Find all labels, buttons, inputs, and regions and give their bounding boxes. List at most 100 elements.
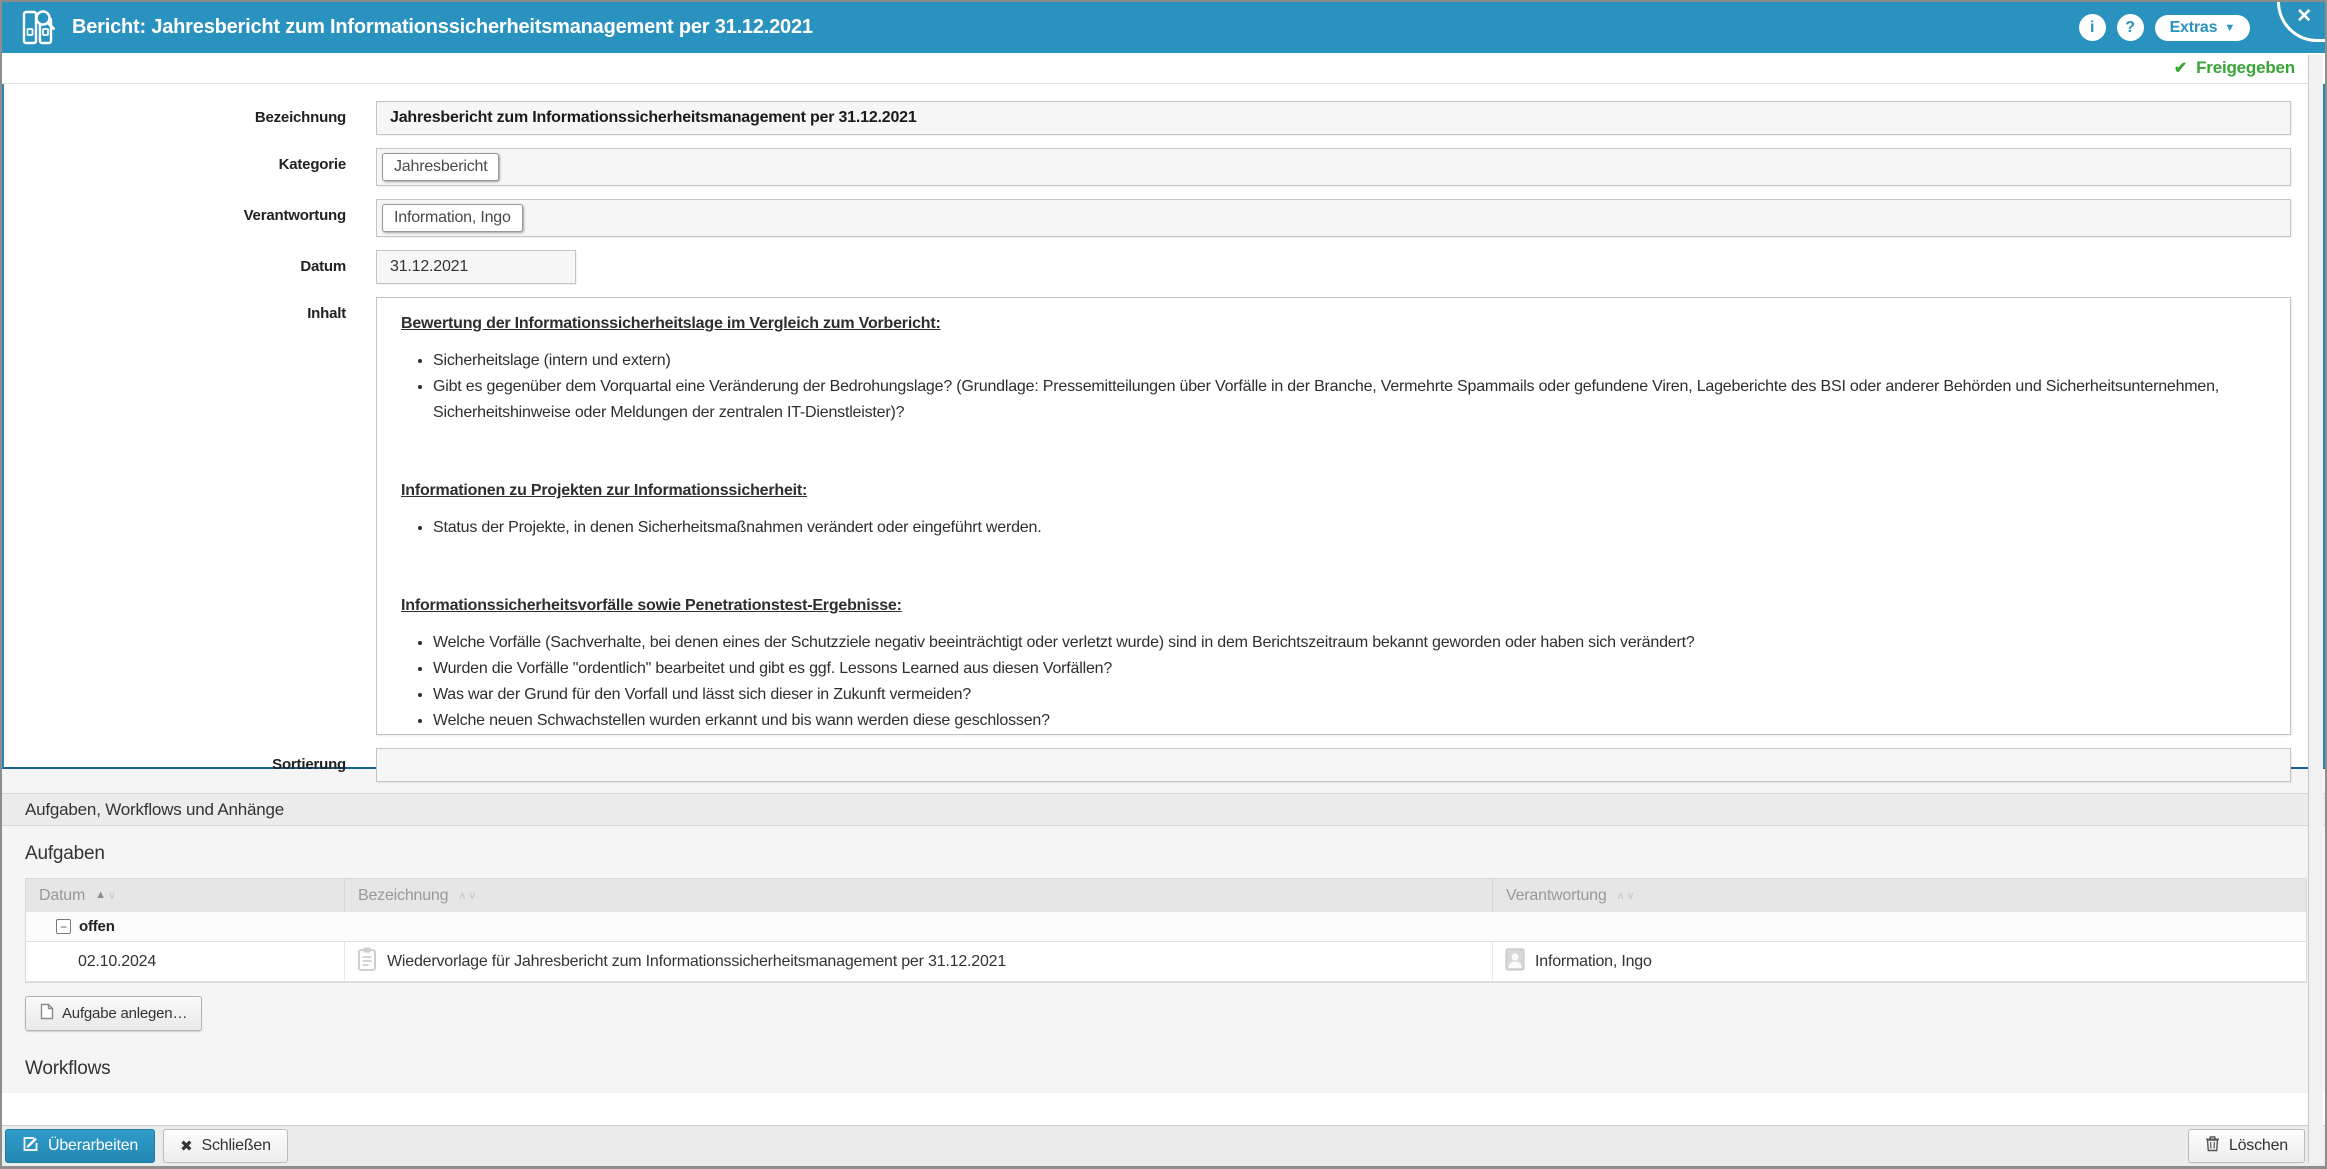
info-button[interactable]: i — [2079, 14, 2106, 41]
task-bezeichnung: Wiedervorlage für Jahresbericht zum Info… — [387, 953, 1006, 971]
task-icon — [356, 946, 378, 977]
report-binder-search-icon — [21, 9, 57, 47]
task-verantwortung-cell: Information, Ingo — [1493, 942, 2306, 981]
datum-value: 31.12.2021 — [390, 258, 468, 276]
inhalt-bullet: Welche neuen Schwachstellen wurden erkan… — [433, 708, 2266, 734]
sort-desc-icon: ∨ — [468, 889, 476, 902]
close-icon: ✕ — [2296, 5, 2312, 39]
verantwortung-field[interactable]: Information, Ingo — [376, 199, 2291, 237]
inhalt-bullet-list: Welche Vorfälle (Sachverhalte, bei denen… — [401, 630, 2266, 734]
extras-button[interactable]: Extras ▼ — [2155, 15, 2250, 41]
inhalt-bullet: Sicherheitslage (intern und extern) — [433, 348, 2266, 374]
inhalt-richtext[interactable]: Bewertung der Informationssicherheitslag… — [376, 297, 2291, 735]
check-icon: ✔ — [2174, 58, 2187, 78]
new-page-icon — [40, 1003, 54, 1024]
kategorie-field[interactable]: Jahresbericht — [376, 148, 2291, 186]
form-row-verantwortung: Verantwortung Information, Ingo — [4, 199, 2323, 237]
bezeichnung-label: Bezeichnung — [4, 101, 376, 126]
kategorie-label: Kategorie — [4, 148, 376, 173]
sortierung-field[interactable] — [376, 748, 2291, 782]
sort-desc-icon: ∨ — [108, 889, 116, 902]
bezeichnung-value: Jahresbericht zum Informationssicherheit… — [390, 109, 917, 127]
report-form: Bezeichnung Jahresbericht zum Informatio… — [2, 84, 2325, 769]
task-verantwortung: Information, Ingo — [1535, 953, 1652, 971]
column-header-label: Bezeichnung — [358, 887, 448, 905]
sort-asc-icon: ▲ — [95, 889, 106, 902]
sort-asc-icon: ∧ — [1617, 889, 1625, 902]
delete-button[interactable]: Löschen — [2188, 1129, 2305, 1163]
inhalt-bullet-list: Sicherheitslage (intern und extern) Gibt… — [401, 348, 2266, 426]
verantwortung-chip[interactable]: Information, Ingo — [382, 204, 523, 232]
kategorie-chip[interactable]: Jahresbericht — [382, 153, 499, 181]
column-header-verantwortung[interactable]: Verantwortung ∧ ∨ — [1493, 879, 2306, 912]
extras-button-label: Extras — [2170, 19, 2218, 37]
close-window-button[interactable]: ✖ Schließen — [163, 1129, 288, 1163]
x-icon: ✖ — [180, 1137, 192, 1155]
tasks-table-header: Datum ▲ ∨ Bezeichnung ∧ ∨ Verantwortung — [26, 879, 2306, 912]
status-row: ✔ Freigegeben — [2, 53, 2325, 84]
inhalt-section-heading: Informationssicherheitsvorfälle sowie Pe… — [401, 597, 2266, 615]
section-header-bar: Aufgaben, Workflows und Anhänge — [2, 793, 2325, 826]
edit-button-label: Überarbeiten — [48, 1137, 138, 1155]
report-window: Bericht: Jahresbericht zum Informationss… — [0, 0, 2327, 1169]
close-button-label: Schließen — [201, 1137, 270, 1155]
status-badge: Freigegeben — [2196, 58, 2295, 78]
tasks-workflows-section: Aufgaben, Workflows und Anhänge Aufgaben… — [2, 769, 2325, 1093]
vertical-scrollbar[interactable] — [2308, 55, 2323, 1163]
inhalt-section-heading: Informationen zu Projekten zur Informati… — [401, 482, 2266, 500]
section-title: Aufgaben, Workflows und Anhänge — [25, 800, 284, 820]
inhalt-bullet: Was war der Grund für den Vorfall und lä… — [433, 682, 2266, 708]
titlebar-actions: i ? Extras ▼ — [2079, 14, 2250, 41]
inhalt-bullet: Wurden die Vorfälle "ordentlich" bearbei… — [433, 656, 2266, 682]
sort-icons: ▲ ∨ — [95, 889, 116, 902]
sort-desc-icon: ∨ — [1626, 889, 1634, 902]
footer-toolbar: Überarbeiten ✖ Schließen Löschen — [2, 1125, 2325, 1166]
form-row-inhalt: Inhalt Bewertung der Informationssicherh… — [4, 297, 2323, 735]
form-row-kategorie: Kategorie Jahresbericht — [4, 148, 2323, 186]
delete-button-label: Löschen — [2229, 1137, 2288, 1155]
help-button[interactable]: ? — [2117, 14, 2144, 41]
tasks-table: Datum ▲ ∨ Bezeichnung ∧ ∨ Verantwortung — [25, 878, 2307, 983]
task-datum: 02.10.2024 — [78, 953, 156, 971]
group-label: offen — [79, 918, 115, 935]
inhalt-bullet: Welche Vorfälle (Sachverhalte, bei denen… — [433, 630, 2266, 656]
datum-label: Datum — [4, 250, 376, 275]
task-datum-cell: 02.10.2024 — [26, 942, 345, 981]
column-header-bezeichnung[interactable]: Bezeichnung ∧ ∨ — [345, 879, 1493, 912]
help-icon: ? — [2125, 19, 2135, 37]
column-header-label: Datum — [39, 887, 85, 905]
form-row-datum: Datum 31.12.2021 — [4, 250, 2323, 284]
table-row[interactable]: 02.10.2024 Wiedervorlage für Jahresberic… — [26, 942, 2306, 982]
trash-icon — [2205, 1135, 2220, 1157]
add-task-label: Aufgabe anlegen… — [62, 1005, 187, 1022]
sort-icons: ∧ ∨ — [1617, 889, 1635, 902]
title-bar: Bericht: Jahresbericht zum Informationss… — [2, 2, 2325, 53]
workflows-title: Workflows — [25, 1058, 2325, 1080]
aufgaben-title: Aufgaben — [25, 843, 2325, 865]
add-task-button[interactable]: Aufgabe anlegen… — [25, 996, 202, 1031]
collapse-icon[interactable]: − — [56, 919, 71, 934]
minus-icon: − — [60, 921, 67, 933]
sort-asc-icon: ∧ — [458, 889, 466, 902]
close-button[interactable]: ✕ — [2277, 2, 2325, 42]
form-row-bezeichnung: Bezeichnung Jahresbericht zum Informatio… — [4, 101, 2323, 135]
inhalt-bullet: Gibt es gegenüber dem Vorquartal eine Ve… — [433, 374, 2266, 426]
datum-field[interactable]: 31.12.2021 — [376, 250, 576, 284]
verantwortung-label: Verantwortung — [4, 199, 376, 224]
group-row-offen[interactable]: − offen — [26, 912, 2306, 942]
inhalt-bullet: Status der Projekte, in denen Sicherheit… — [433, 515, 2266, 541]
sortierung-label: Sortierung — [4, 748, 376, 773]
task-bezeichnung-cell: Wiedervorlage für Jahresbericht zum Info… — [345, 942, 1493, 981]
inhalt-section-heading: Bewertung der Informationssicherheitslag… — [401, 315, 2266, 333]
edit-button[interactable]: Überarbeiten — [5, 1129, 155, 1163]
edit-pencil-icon — [22, 1135, 39, 1157]
inhalt-label: Inhalt — [4, 297, 376, 322]
info-icon: i — [2090, 19, 2094, 37]
sort-icons: ∧ ∨ — [458, 889, 476, 902]
column-header-label: Verantwortung — [1506, 887, 1607, 905]
person-icon — [1504, 946, 1526, 977]
bezeichnung-field[interactable]: Jahresbericht zum Informationssicherheit… — [376, 101, 2291, 135]
inhalt-bullet-list: Status der Projekte, in denen Sicherheit… — [401, 515, 2266, 541]
column-header-datum[interactable]: Datum ▲ ∨ — [26, 879, 345, 912]
chevron-down-icon: ▼ — [2224, 22, 2235, 34]
